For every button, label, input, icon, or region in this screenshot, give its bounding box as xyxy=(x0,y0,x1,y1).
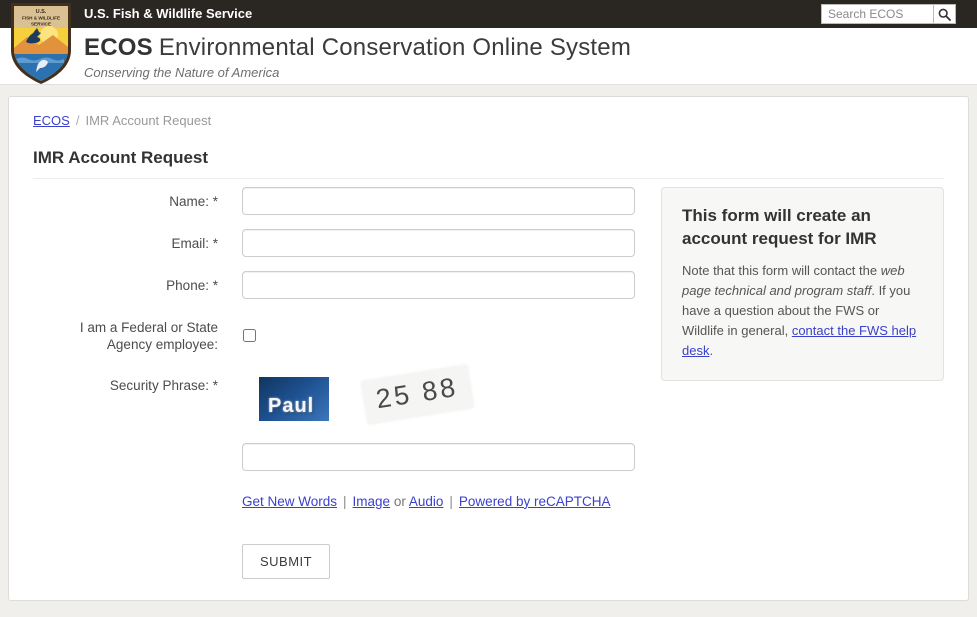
submit-button[interactable]: SUBMIT xyxy=(242,544,330,579)
account-request-form: Name: * Email: * Phone: * xyxy=(33,187,635,579)
captcha-numbers: 25 88 xyxy=(361,365,473,424)
site-name: Environmental Conservation Online System xyxy=(159,34,631,61)
federal-employee-checkbox[interactable] xyxy=(243,329,256,342)
powered-by-recaptcha-link[interactable]: Powered by reCAPTCHA xyxy=(459,494,611,509)
required-marker: * xyxy=(213,378,218,393)
employee-label: I am a Federal or State Agency employee: xyxy=(33,320,218,354)
security-phrase-row: Security Phrase: * Paul 25 88 xyxy=(33,371,635,429)
info-box-body: Note that this form will contact the web… xyxy=(682,261,923,362)
svg-text:SERVICE: SERVICE xyxy=(31,22,51,27)
phone-field[interactable] xyxy=(242,271,635,299)
breadcrumb-home-link[interactable]: ECOS xyxy=(33,113,70,128)
title-divider xyxy=(33,178,944,179)
site-header: ECOSEnvironmental Conservation Online Sy… xyxy=(0,28,977,85)
agency-title: U.S. Fish & Wildlife Service xyxy=(84,0,252,28)
required-marker: * xyxy=(213,194,218,209)
site-acronym: ECOS xyxy=(84,34,153,61)
search-input[interactable] xyxy=(821,4,933,24)
get-new-words-link[interactable]: Get New Words xyxy=(242,494,337,509)
page-title: IMR Account Request xyxy=(33,148,944,168)
submit-row: SUBMIT xyxy=(33,544,635,579)
required-marker: * xyxy=(213,236,218,251)
search-box xyxy=(821,4,956,24)
content-panel: ECOS / IMR Account Request IMR Account Req… xyxy=(8,96,969,601)
top-bar: U.S. Fish & Wildlife Service xyxy=(0,0,977,28)
captcha-audio-link[interactable]: Audio xyxy=(409,494,444,509)
captcha-links: Get New Words|Image or Audio|Powered by … xyxy=(242,494,635,509)
email-field[interactable] xyxy=(242,229,635,257)
search-button[interactable] xyxy=(933,4,956,24)
fws-shield-logo: U.S. FISH & WILDLIFE SERVICE xyxy=(8,2,74,84)
captcha-word: Paul xyxy=(259,377,329,421)
svg-text:U.S.: U.S. xyxy=(36,9,47,15)
search-icon xyxy=(938,8,951,21)
email-label: Email: * xyxy=(33,229,218,257)
captcha-image: Paul 25 88 xyxy=(242,371,635,429)
security-phrase-label: Security Phrase: * xyxy=(33,371,218,429)
email-row: Email: * xyxy=(33,229,635,257)
captcha-links-row: Get New Words|Image or Audio|Powered by … xyxy=(33,494,635,509)
phone-row: Phone: * xyxy=(33,271,635,299)
security-phrase-field[interactable] xyxy=(242,443,635,471)
site-tagline: Conserving the Nature of America xyxy=(84,65,977,80)
captcha-input-row xyxy=(33,443,635,471)
name-row: Name: * xyxy=(33,187,635,215)
info-box-title: This form will create an account request… xyxy=(682,205,923,251)
breadcrumb-current: IMR Account Request xyxy=(85,113,211,128)
site-title: ECOSEnvironmental Conservation Online Sy… xyxy=(84,33,977,63)
breadcrumb: ECOS / IMR Account Request xyxy=(33,113,944,128)
captcha-image-link[interactable]: Image xyxy=(353,494,391,509)
name-field[interactable] xyxy=(242,187,635,215)
required-marker: * xyxy=(213,278,218,293)
employee-row: I am a Federal or State Agency employee: xyxy=(33,320,635,354)
info-box: This form will create an account request… xyxy=(661,187,944,381)
breadcrumb-separator: / xyxy=(76,113,80,128)
name-label: Name: * xyxy=(33,187,218,215)
fws-shield-icon: U.S. FISH & WILDLIFE SERVICE xyxy=(8,2,74,84)
svg-text:FISH & WILDLIFE: FISH & WILDLIFE xyxy=(22,16,60,21)
phone-label: Phone: * xyxy=(33,271,218,299)
